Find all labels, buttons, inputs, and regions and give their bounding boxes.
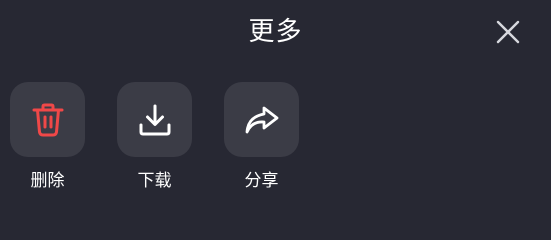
more-actions-sheet: 更多 删除 下载 分享 [0,0,551,200]
close-button[interactable] [492,16,524,48]
delete-label: 删除 [30,171,65,191]
trash-icon [32,103,63,136]
download-label: 下载 [137,171,172,191]
delete-button[interactable] [10,82,85,157]
share-label: 分享 [244,171,279,191]
delete-action[interactable]: 删除 [10,82,85,192]
share-button[interactable] [224,82,299,157]
share-icon [245,106,278,133]
close-icon [496,20,520,44]
sheet-title: 更多 [248,17,303,47]
download-icon [139,104,170,135]
action-list: 删除 下载 分享 [10,82,299,192]
share-action[interactable]: 分享 [224,82,299,192]
download-action[interactable]: 下载 [117,82,192,192]
download-button[interactable] [117,82,192,157]
